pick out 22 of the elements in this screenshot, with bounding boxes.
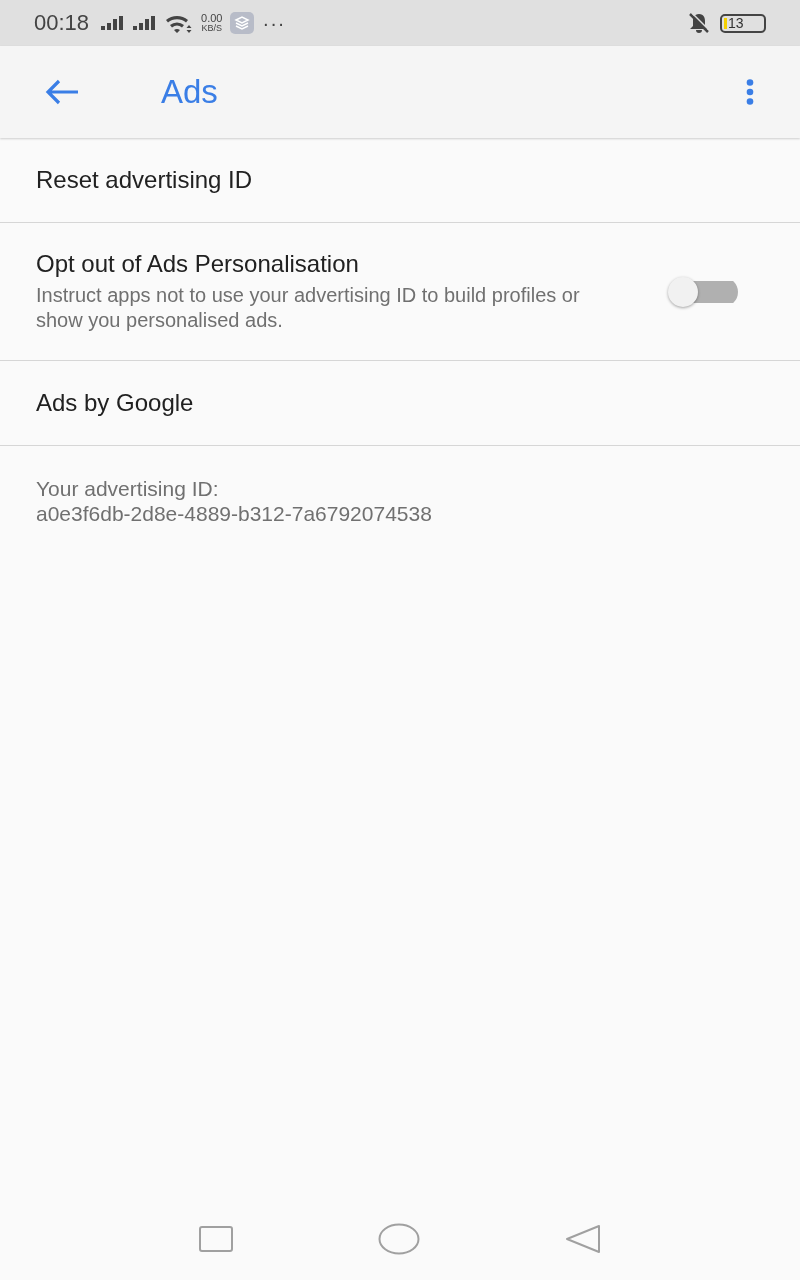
more-indicator: ··· bbox=[262, 11, 286, 35]
battery-indicator: 13 bbox=[720, 13, 766, 33]
back-arrow-icon[interactable] bbox=[44, 78, 80, 106]
advertising-id-label: Your advertising ID: bbox=[36, 476, 220, 501]
signal-icon bbox=[101, 16, 126, 30]
layers-icon bbox=[230, 12, 255, 34]
speed-unit: KB/S bbox=[201, 23, 223, 33]
clock-time: 00:18 bbox=[34, 10, 90, 36]
item-title: Opt out of Ads Personalisation bbox=[36, 250, 360, 278]
item-summary: Instruct apps not to use your advertising ID to build profiles or show you personalised ads. bbox=[36, 283, 581, 333]
settings-item[interactable]: Ads by Google bbox=[0, 361, 800, 446]
screen-title: Ads bbox=[161, 73, 219, 111]
home-icon[interactable] bbox=[378, 1223, 420, 1255]
back-icon[interactable] bbox=[565, 1224, 601, 1254]
bell-off-icon bbox=[688, 12, 710, 34]
wifi-icon bbox=[165, 13, 194, 33]
advertising-id-value: a0e3f6db-2d8e-4889-b312-7a6792074538 bbox=[36, 501, 433, 526]
signal-icon bbox=[133, 16, 158, 30]
more-options-icon[interactable] bbox=[746, 79, 754, 105]
speed-value: 0.00 bbox=[201, 13, 223, 23]
recents-icon[interactable] bbox=[199, 1226, 233, 1252]
settings-item[interactable]: Reset advertising ID bbox=[0, 138, 800, 223]
